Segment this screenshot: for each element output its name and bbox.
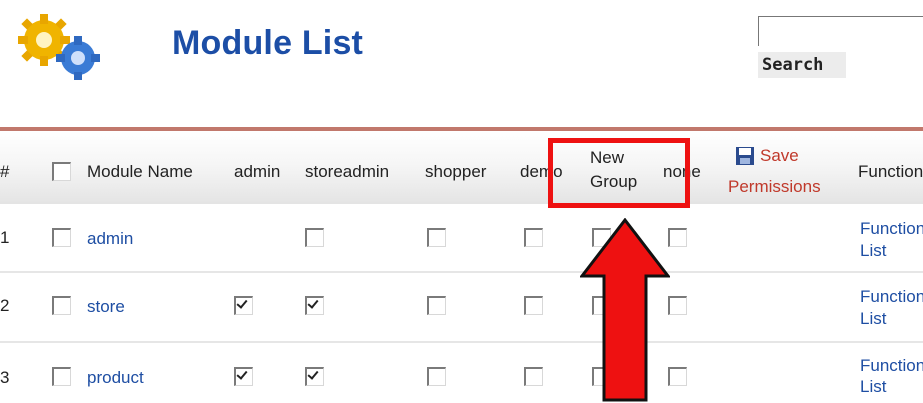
- checkbox-none[interactable]: [668, 228, 687, 247]
- row-number: 2: [0, 296, 10, 315]
- row-select-checkbox-store[interactable]: [52, 296, 71, 315]
- row-divider: [0, 271, 923, 273]
- save-permissions-link-line1[interactable]: Save: [760, 145, 799, 167]
- row-number: 3: [0, 368, 10, 387]
- select-all-checkbox[interactable]: [52, 162, 71, 181]
- checkbox-admin[interactable]: [234, 296, 253, 315]
- column-header-module-name: Module Name: [87, 162, 193, 181]
- checkbox-shopper[interactable]: [427, 296, 446, 315]
- functions-list-link-line1[interactable]: Functions: [860, 287, 923, 307]
- functions-list-link-line2[interactable]: List: [860, 241, 886, 261]
- column-header-storeadmin: storeadmin: [305, 162, 390, 181]
- checkbox-none[interactable]: [668, 367, 687, 386]
- module-link-store[interactable]: store: [87, 297, 125, 317]
- checkbox-demo[interactable]: [524, 228, 543, 247]
- row-select-checkbox-product[interactable]: [52, 367, 71, 386]
- checkbox-demo[interactable]: [524, 296, 543, 315]
- column-header-functions: Functions: [858, 162, 923, 181]
- column-header-number: #: [0, 162, 10, 181]
- row-divider: [0, 341, 923, 343]
- row-number: 1: [0, 228, 10, 247]
- checkbox-storeadmin[interactable]: [305, 367, 324, 386]
- gears-logo-icon: [18, 14, 100, 80]
- column-header-shopper: shopper: [425, 162, 487, 181]
- functions-list-link-line1[interactable]: Functions: [860, 219, 923, 239]
- checkbox-shopper[interactable]: [427, 228, 446, 247]
- functions-list-link-line2[interactable]: List: [860, 377, 886, 397]
- checkbox-storeadmin[interactable]: [305, 296, 324, 315]
- search-button[interactable]: Search: [758, 52, 846, 78]
- row-select-checkbox-admin[interactable]: [52, 228, 71, 247]
- functions-list-link-line1[interactable]: Functions: [860, 356, 923, 376]
- module-link-product[interactable]: product: [87, 368, 144, 388]
- checkbox-storeadmin[interactable]: [305, 228, 324, 247]
- checkbox-demo[interactable]: [524, 367, 543, 386]
- save-permissions-link-line2[interactable]: Permissions: [728, 176, 821, 198]
- search-input[interactable]: [758, 16, 923, 46]
- checkbox-none[interactable]: [668, 296, 687, 315]
- column-header-admin: admin: [234, 162, 281, 181]
- functions-list-link-line2[interactable]: List: [860, 309, 886, 329]
- floppy-disk-icon[interactable]: [735, 146, 755, 166]
- page-title: Module List: [172, 24, 364, 62]
- up-arrow-annotation-icon: [580, 218, 670, 402]
- checkbox-admin[interactable]: [234, 367, 253, 386]
- module-link-admin[interactable]: admin: [87, 229, 133, 249]
- checkbox-shopper[interactable]: [427, 367, 446, 386]
- highlight-box: [548, 138, 690, 208]
